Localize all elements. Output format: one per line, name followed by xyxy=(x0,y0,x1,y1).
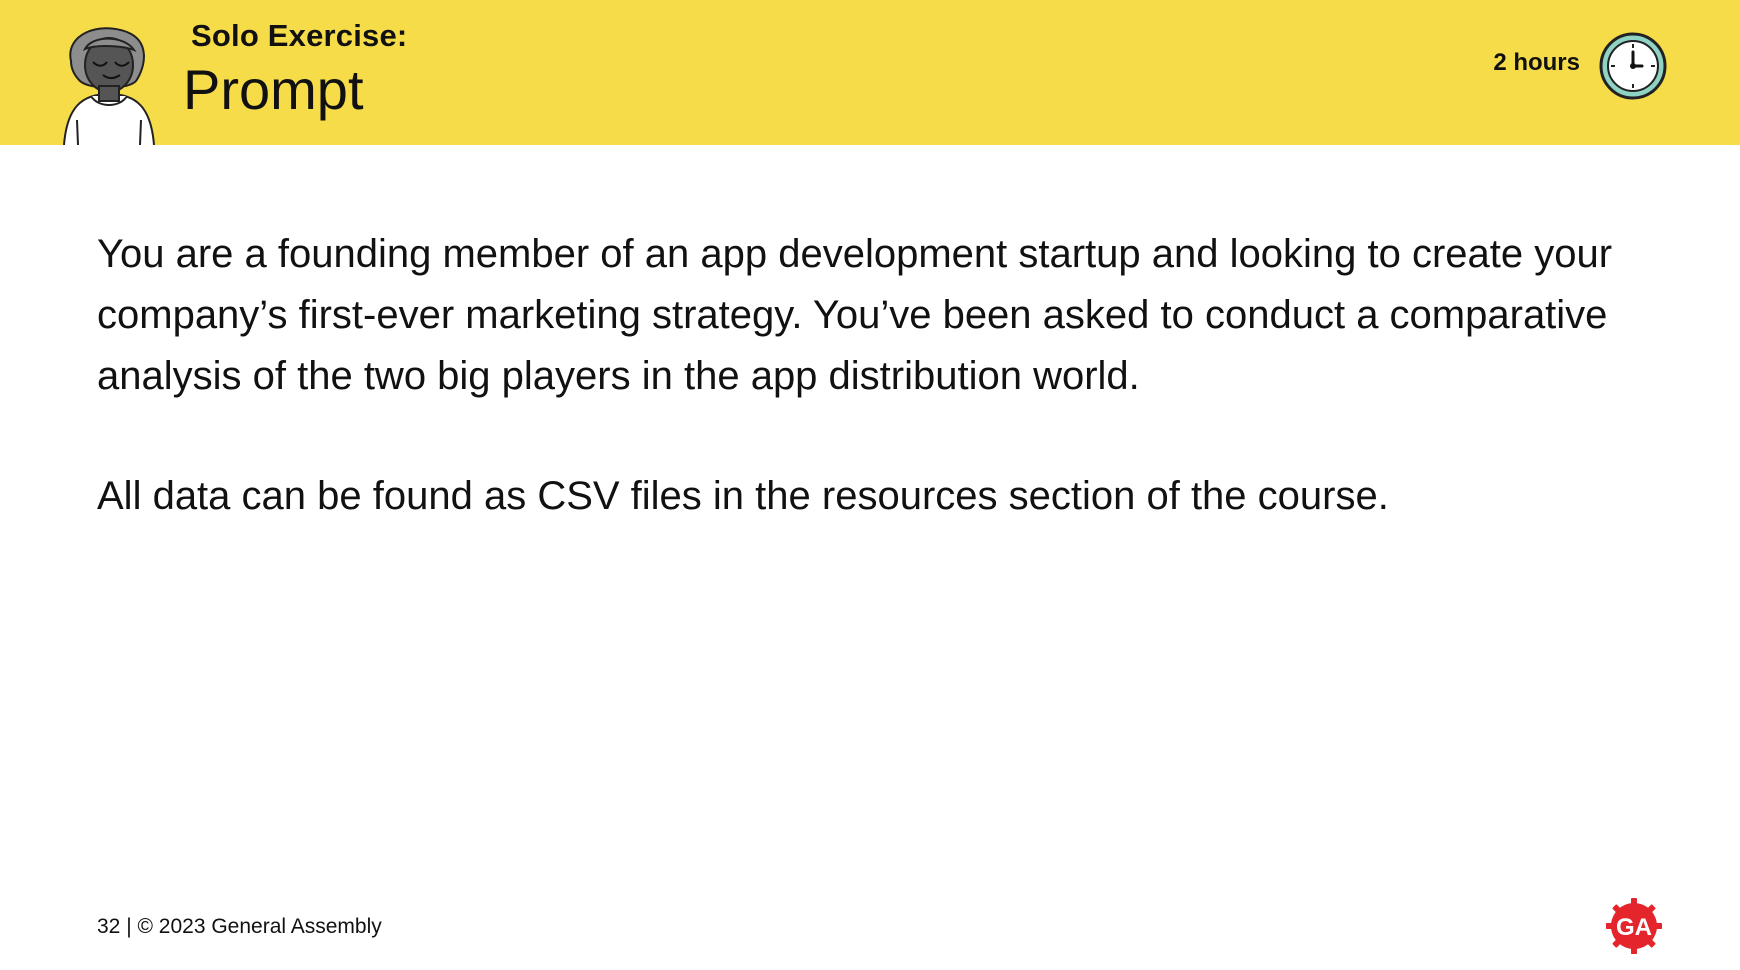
prompt-paragraph: You are a founding member of an app deve… xyxy=(97,232,1613,398)
data-location-paragraph: All data can be found as CSV files in th… xyxy=(97,474,1389,518)
slide-header: Solo Exercise: Prompt 2 hours xyxy=(0,0,1740,146)
prompt-content: You are a founding member of an app deve… xyxy=(97,224,1617,527)
logo-lettering: GA xyxy=(1616,914,1652,941)
page-title: Prompt xyxy=(183,58,364,121)
general-assembly-logo-icon: GA xyxy=(1604,896,1664,956)
clock-icon xyxy=(1599,32,1667,100)
exercise-kicker: Solo Exercise: xyxy=(191,18,408,53)
slide-footer: 32 | © 2023 General Assembly xyxy=(97,915,382,938)
slide: Solo Exercise: Prompt 2 hours You are a … xyxy=(0,0,1740,970)
person-avatar-icon xyxy=(54,26,164,146)
duration-label: 2 hours xyxy=(1493,49,1580,76)
